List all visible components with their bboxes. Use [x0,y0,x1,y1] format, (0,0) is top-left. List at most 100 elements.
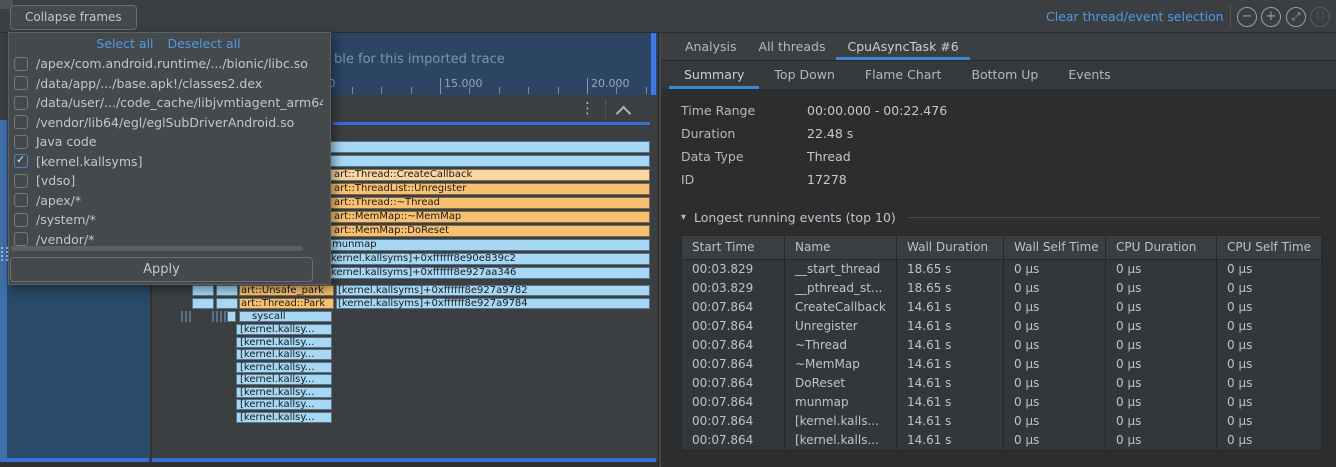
table-cell: 0 µs [1003,374,1105,393]
profiler-window: ble for this imported trace 10.00015.000… [0,0,1336,467]
section-rule [908,217,1320,218]
checkbox[interactable] [14,57,28,71]
selection-handle[interactable] [651,33,656,95]
column-header[interactable]: Wall Self Time [1003,236,1105,259]
subtab-flame-chart[interactable]: Flame Chart [850,61,957,89]
flame-cell[interactable] [189,311,191,322]
frames-filter-item[interactable]: Java code [9,132,323,152]
subtab-bottom-up[interactable]: Bottom Up [956,61,1053,89]
checkbox[interactable] [14,96,28,110]
frames-filter-item[interactable]: /vendor/* [9,230,323,248]
tab-cpuasynctask-6[interactable]: CpuAsyncTask #6 [836,33,969,60]
table-row[interactable]: 00:07.864~Thread14.61 s0 µs0 µs0 µs [682,336,1321,355]
table-cell: 0 µs [1105,431,1216,450]
table-cell: 0 µs [1105,260,1216,279]
table-row[interactable]: 00:07.864Unregister14.61 s0 µs0 µs0 µs [682,317,1321,336]
summary-value: Thread [807,149,851,164]
flame-cell-label: [kernel.kallsy... [240,338,314,348]
clear-selection-link[interactable]: Clear thread/event selection [1046,9,1224,24]
table-row[interactable]: 00:03.829__start_thread18.65 s0 µs0 µs0 … [682,260,1321,279]
frames-filter-item[interactable]: [vdso] [9,171,323,191]
table-row[interactable]: 00:03.829__pthread_st...18.65 s0 µs0 µs0… [682,279,1321,298]
table-cell: 0 µs [1105,317,1216,336]
table-row[interactable]: 00:07.864~MemMap14.61 s0 µs0 µs0 µs [682,355,1321,374]
checkbox[interactable]: ✓ [14,154,28,168]
table-row[interactable]: 00:07.864munmap14.61 s0 µs0 µs0 µs [682,393,1321,412]
zoom-in-icon: + [1266,9,1277,24]
tab-analysis[interactable]: Analysis [674,33,748,60]
flame-cell[interactable] [227,311,236,322]
column-header[interactable]: Wall Duration [896,236,1003,259]
flame-cell[interactable] [224,311,226,322]
table-cell: 00:03.829 [682,279,784,298]
flame-cell-label: [kernel.kallsy... [240,388,314,398]
frames-filter-item[interactable]: /apex/* [9,191,323,211]
column-header[interactable]: Name [784,236,896,259]
ruler-tick [616,87,617,94]
checkbox[interactable] [14,193,28,207]
deselect-all-link[interactable]: Deselect all [168,36,241,56]
summary-label: Duration [661,126,807,141]
flame-cell[interactable] [181,311,183,322]
frames-filter-item[interactable]: /data/user/.../code_cache/libjvmtiagent_… [9,93,323,113]
frames-filter-item[interactable]: /data/app/.../base.apk!/classes2.dex [9,74,323,94]
table-cell: 18.65 s [896,279,1003,298]
apply-button[interactable]: Apply [10,257,313,282]
flame-cell-label: syscall [252,312,286,322]
select-all-link[interactable]: Select all [96,36,153,56]
checkbox[interactable] [14,232,28,246]
flame-cell[interactable] [216,298,238,309]
checkbox[interactable] [14,213,28,227]
table-cell: 0 µs [1105,355,1216,374]
checkbox[interactable] [14,174,28,188]
zoom-to-selection-button[interactable]: [ ] [1310,7,1330,27]
table-cell: 0 µs [1216,431,1321,450]
table-cell: Unregister [784,317,896,336]
checkbox[interactable] [14,76,28,90]
column-header[interactable]: CPU Self Time [1216,236,1321,259]
frames-filter-item-label: /system/* [36,212,96,227]
table-cell: 00:03.829 [682,260,784,279]
collapse-triangle-icon[interactable]: ▾ [681,212,686,223]
subtab-top-down[interactable]: Top Down [759,61,850,89]
checkbox[interactable] [14,135,28,149]
frames-filter-item[interactable]: ✓[kernel.kallsyms] [9,152,323,172]
panel-splitter[interactable] [0,120,7,467]
summary-label: ID [661,172,807,187]
popup-horizontal-scrollbar[interactable] [11,246,303,251]
reset-zoom-button[interactable]: ⤢ [1286,7,1306,27]
flame-cell[interactable] [220,311,222,322]
frames-filter-item-label: /vendor/* [36,232,94,247]
table-cell: 00:07.864 [682,355,784,374]
flame-cell[interactable] [192,298,214,309]
reset-zoom-icon: ⤢ [1292,10,1301,23]
flame-cell[interactable] [192,285,214,296]
frames-filter-item[interactable]: /system/* [9,210,323,230]
table-row[interactable]: 00:07.864CreateCallback14.61 s0 µs0 µs0 … [682,298,1321,317]
table-row[interactable]: 00:07.864[kernel.kalls...14.61 s0 µs0 µs… [682,431,1321,450]
zoom-in-button[interactable]: + [1261,7,1281,27]
tab-all-threads[interactable]: All threads [748,33,837,60]
table-row[interactable]: 00:07.864[kernel.kalls...14.61 s0 µs0 µs… [682,412,1321,431]
checkbox[interactable] [14,115,28,129]
frames-filter-item[interactable]: /apex/com.android.runtime/.../bionic/lib… [9,54,323,74]
flame-cell[interactable] [216,311,218,322]
table-cell: 0 µs [1003,279,1105,298]
frames-filter-item[interactable]: /vendor/lib64/egl/eglSubDriverAndroid.so [9,113,323,133]
zoom-out-button[interactable]: − [1237,7,1257,27]
ruler-tick [469,87,470,94]
flame-cell[interactable] [185,311,187,322]
collapse-frames-button[interactable]: Collapse frames [10,5,137,30]
column-header[interactable]: CPU Duration [1105,236,1216,259]
table-row[interactable]: 00:07.864DoReset14.61 s0 µs0 µs0 µs [682,374,1321,393]
subtab-summary[interactable]: Summary [669,61,759,89]
checkmark-icon: ✓ [16,153,25,166]
flame-cell-label: art::ThreadList::Unregister [334,184,466,194]
table-cell: 14.61 s [896,298,1003,317]
flame-cell[interactable] [216,285,238,296]
subtab-events[interactable]: Events [1053,61,1125,89]
more-options-icon[interactable]: ⋮ [580,99,595,117]
flame-cell[interactable] [212,311,214,322]
frames-filter-item-label: [vdso] [36,173,75,188]
column-header[interactable]: Start Time [682,236,784,259]
